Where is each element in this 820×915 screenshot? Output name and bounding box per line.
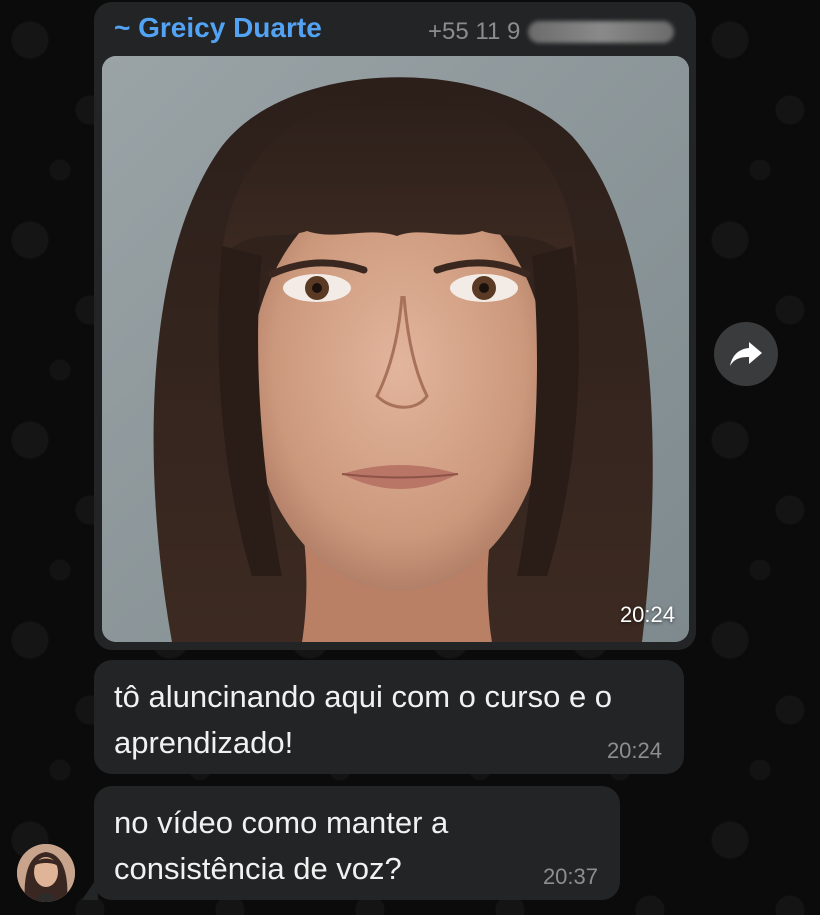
message-text: no vídeo como manter a consistência de v… [114, 805, 449, 886]
image-timestamp: 20:24 [619, 602, 675, 627]
forward-arrow-icon [730, 342, 762, 366]
bubble-tail [82, 876, 98, 900]
text-message-bubble[interactable]: no vídeo como manter a consistência de v… [94, 786, 620, 900]
message-text: tô aluncinando aqui com o curso e o apre… [114, 679, 613, 760]
message-timestamp: 20:24 [606, 738, 662, 763]
portrait-photo[interactable]: 20:24 [102, 56, 689, 642]
forward-button[interactable] [714, 322, 778, 386]
text-message-bubble[interactable]: tô aluncinando aqui com o curso e o apre… [94, 660, 684, 774]
avatar-icon [17, 844, 75, 902]
portrait-illustration [102, 56, 689, 642]
phone-redaction [528, 21, 674, 43]
image-message-bubble[interactable]: ~ Greicy Duarte +55 11 9 20:24 [94, 2, 696, 650]
sender-avatar[interactable] [17, 844, 75, 902]
sender-phone: +55 11 9 [428, 18, 521, 45]
sender-name[interactable]: ~ Greicy Duarte [114, 12, 322, 44]
message-timestamp: 20:37 [542, 864, 598, 889]
